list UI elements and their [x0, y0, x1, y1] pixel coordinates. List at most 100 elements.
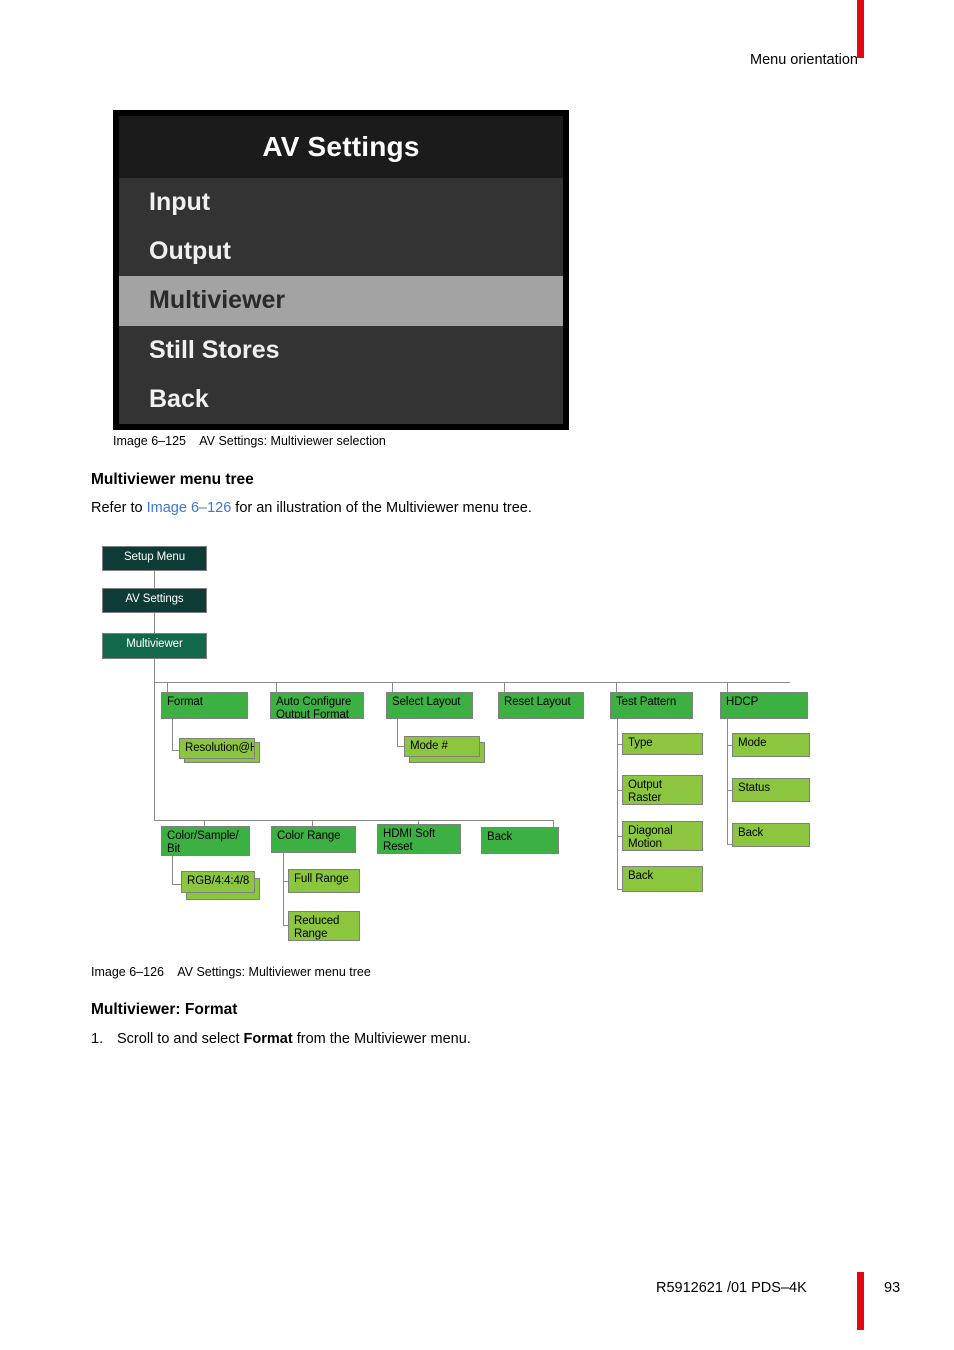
wire-hdcp-to-status — [727, 790, 734, 791]
tree-node-test-pattern-back[interactable]: Back — [622, 866, 703, 892]
tree-node-color-range[interactable]: Color Range — [271, 826, 356, 853]
tree-node-auto-configure-line2: Output Format — [276, 708, 349, 719]
paragraph-refer-prefix: Refer to — [91, 500, 147, 516]
list-item-text-before: Scroll to and select — [117, 1031, 244, 1047]
figure-125-caption: Image 6–125 AV Settings: Multiviewer sel… — [113, 434, 386, 448]
tree-node-reset-layout[interactable]: Reset Layout — [498, 692, 584, 719]
wire-bus-level1 — [154, 682, 790, 683]
footer-document-reference: R5912621 /01 PDS–4K — [656, 1280, 807, 1296]
tree-node-rgb-444-8[interactable]: RGB/4:4:4/8 — [181, 871, 255, 893]
wire-select-layout-to-mode — [397, 719, 398, 746]
wire-hdcp-spine — [727, 719, 728, 845]
list-item-text-bold: Format — [243, 1031, 293, 1047]
tree-node-output-raster-line2: Box — [628, 804, 697, 805]
tree-node-hdmi-soft-reset-line1: HDMI Soft — [383, 828, 436, 840]
figure-125-number: Image 6–125 — [113, 434, 186, 448]
page-header: Menu orientation — [0, 0, 954, 96]
ordered-list-item-1: 1. Scroll to and select Format from the M… — [91, 1031, 471, 1047]
tree-node-hdmi-soft-reset[interactable]: HDMI Soft Reset — [377, 824, 461, 854]
osd-screenshot-av-settings: AV Settings Input Output Multiviewer Sti… — [113, 110, 569, 430]
tree-node-full-range[interactable]: Full Range — [288, 869, 360, 893]
wire-format-to-resolution — [172, 719, 173, 750]
tree-node-output-raster-line1: Output Raster — [628, 779, 662, 804]
wire-bus-level1-row2 — [154, 820, 554, 821]
tree-node-resolution-hz[interactable]: Resolution@Hz — [179, 738, 255, 759]
tree-node-mode-hash[interactable]: Mode # — [404, 736, 480, 757]
tree-node-output-raster-box[interactable]: Output Raster Box — [622, 775, 703, 805]
osd-panel: AV Settings Input Output Multiviewer Sti… — [119, 116, 563, 424]
heading-multiviewer-menu-tree: Multiviewer menu tree — [91, 471, 254, 488]
tree-node-select-layout[interactable]: Select Layout — [386, 692, 473, 719]
figure-126-caption: Image 6–126 AV Settings: Multiviewer men… — [91, 965, 371, 979]
tree-node-color-sample-bit-line2: Bit — [167, 842, 181, 855]
wire-drop-hdmi-soft-reset — [418, 820, 419, 832]
tree-node-diagonal-motion-line1: Diagonal — [628, 825, 673, 837]
wire-color-range-spine — [283, 853, 284, 925]
wire-color-range-to-reduced — [283, 925, 290, 926]
wire-select-layout-elbow — [397, 746, 405, 747]
tree-node-hdcp-mode[interactable]: Mode — [732, 733, 810, 757]
wire-test-pattern-spine — [617, 719, 618, 889]
tree-node-format[interactable]: Format — [161, 692, 248, 719]
wire-avsettings-to-multiviewer — [154, 613, 155, 633]
wire-drop-hdcp — [727, 682, 728, 693]
tree-node-auto-configure-line1: Auto Configure — [276, 696, 352, 708]
wire-drop-select-layout — [392, 682, 393, 693]
tree-node-multiviewer-back[interactable]: Back — [481, 827, 559, 854]
tree-node-multiviewer[interactable]: Multiviewer — [102, 633, 207, 659]
osd-menu-list: Input Output Multiviewer Still Stores Ba… — [119, 178, 563, 424]
tree-node-auto-configure-output-format[interactable]: Auto Configure Output Format — [270, 692, 364, 719]
tree-node-reduced-range[interactable]: Reduced Range — [288, 911, 360, 941]
wire-test-pattern-to-diagonal-motion — [617, 836, 624, 837]
list-item-number: 1. — [91, 1031, 104, 1047]
heading-multiviewer-format: Multiviewer: Format — [91, 1001, 238, 1018]
wire-format-elbow — [172, 750, 180, 751]
osd-menu-item-output[interactable]: Output — [119, 227, 563, 277]
wire-setup-to-avsettings — [154, 571, 155, 588]
tree-node-hdcp[interactable]: HDCP — [720, 692, 808, 719]
tree-node-hdcp-back[interactable]: Back — [732, 823, 810, 847]
wire-color-sample-elbow — [172, 884, 181, 885]
wire-multiviewer-trunk — [154, 659, 155, 820]
tree-node-av-settings[interactable]: AV Settings — [102, 588, 207, 613]
tree-node-reduced-range-line1: Reduced — [294, 915, 340, 927]
figure-126-text: AV Settings: Multiviewer menu tree — [177, 965, 371, 979]
tree-node-hdcp-status[interactable]: Status — [732, 778, 810, 802]
tree-node-test-pattern[interactable]: Test Pattern — [610, 692, 693, 719]
tree-node-diagonal-motion-line2: Motion — [628, 837, 662, 850]
tree-node-color-sample-bit[interactable]: Color/Sample/ Bit — [161, 826, 250, 856]
cross-reference-image-6-126[interactable]: Image 6–126 — [147, 500, 232, 516]
wire-drop-reset-layout — [504, 682, 505, 693]
osd-title: AV Settings — [119, 116, 563, 178]
osd-menu-item-still-stores[interactable]: Still Stores — [119, 325, 563, 375]
header-title: Menu orientation — [749, 52, 858, 68]
footer-page-number: 93 — [884, 1280, 901, 1296]
tree-node-diagonal-motion[interactable]: Diagonal Motion — [622, 821, 703, 851]
wire-drop-auto-configure — [276, 682, 277, 693]
list-item-text-after: from the Multiviewer menu. — [292, 1031, 471, 1047]
paragraph-refer-suffix: for an illustration of the Multiviewer m… — [231, 500, 532, 516]
paragraph-refer-to: Refer to Image 6–126 for an illustration… — [91, 500, 532, 516]
wire-test-pattern-to-back — [617, 889, 624, 890]
wire-drop-color-range — [312, 820, 313, 832]
wire-drop-color-sample-bit — [204, 820, 205, 832]
wire-test-pattern-to-type — [617, 744, 624, 745]
header-accent-rule — [857, 0, 864, 58]
osd-menu-item-input[interactable]: Input — [119, 178, 563, 228]
osd-menu-item-multiviewer[interactable]: Multiviewer — [119, 276, 563, 326]
wire-color-range-to-full — [283, 881, 290, 882]
osd-menu-item-back[interactable]: Back — [119, 374, 563, 424]
tree-node-resolution-hz-stack — [184, 742, 260, 763]
wire-hdcp-to-back — [727, 844, 734, 845]
wire-color-sample-to-rgb — [172, 856, 173, 884]
tree-node-color-sample-bit-line1: Color/Sample/ — [167, 830, 239, 842]
figure-125-text: AV Settings: Multiviewer selection — [199, 434, 386, 448]
tree-node-type[interactable]: Type — [622, 733, 703, 755]
wire-test-pattern-to-output-raster — [617, 790, 624, 791]
tree-node-rgb-444-8-stack — [186, 878, 260, 900]
wire-hdcp-to-mode — [727, 745, 734, 746]
tree-node-setup-menu[interactable]: Setup Menu — [102, 546, 207, 571]
tree-node-reduced-range-line2: Range — [294, 927, 328, 940]
figure-126-number: Image 6–126 — [91, 965, 164, 979]
footer-accent-rule — [857, 1272, 864, 1330]
